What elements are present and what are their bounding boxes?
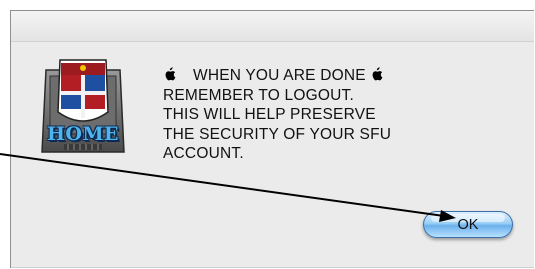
message-line-4: THE SECURITY OF YOUR SFU	[163, 125, 392, 143]
dialog-divider	[11, 267, 534, 268]
dialog-title-area	[11, 11, 534, 42]
apple-logo-icon	[163, 66, 177, 82]
apple-logo-icon	[370, 66, 384, 82]
message-line-1-text: WHEN YOU ARE DONE	[193, 67, 366, 84]
ok-button-label: OK	[457, 216, 479, 233]
message-line-3: THIS WILL HELP PRESERVE	[163, 106, 376, 123]
message-line-1: WHEN YOU ARE DONE	[163, 66, 463, 86]
message-line-2: REMEMBER TO LOGOUT.	[163, 86, 354, 104]
dialog-message: WHEN YOU ARE DONE REMEMBER TO LOGOUT. TH…	[163, 66, 463, 164]
home-disk-icon	[38, 56, 128, 166]
message-line-5: ACCOUNT.	[163, 145, 244, 162]
home-icon-label: HOME	[46, 123, 120, 145]
ok-button[interactable]: OK	[423, 211, 513, 238]
